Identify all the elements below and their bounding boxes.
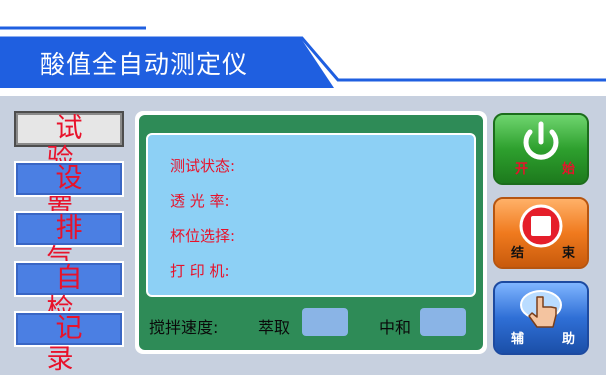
assist-label-left: 辅 — [511, 332, 525, 347]
main-panel: 测试状态: 透 光 率: 杯位选择: 打 印 机: 搅拌速度: 萃取 中和 — [135, 111, 487, 354]
extract-speed-field[interactable] — [302, 308, 348, 336]
nav-item-records[interactable]: 记录 — [14, 311, 124, 375]
nav-item-selfcheck[interactable]: 自检 — [14, 261, 124, 325]
start-label-right: 始 — [561, 162, 575, 177]
end-button[interactable]: 结 束 — [493, 197, 589, 269]
title-bar: 酸值全自动测定仪 — [0, 0, 606, 96]
neutralize-label: 中和 — [379, 318, 412, 337]
app-title: 酸值全自动测定仪 — [40, 50, 249, 79]
nav-item-exhaust[interactable]: 排气 — [14, 211, 124, 275]
transmittance-label: 透 光 率: — [170, 192, 230, 210]
neutralize-speed-field[interactable] — [420, 308, 466, 336]
end-label-right: 束 — [561, 246, 575, 261]
printer-label: 打 印 机: — [170, 262, 230, 280]
stir-speed-label: 搅拌速度: — [149, 318, 219, 337]
cup-select-label: 杯位选择: — [170, 227, 236, 245]
nav-item-test[interactable]: 试验 — [14, 111, 124, 175]
extract-label: 萃取 — [258, 318, 291, 337]
end-label-left: 结 — [511, 246, 525, 261]
test-state-label: 测试状态: — [170, 157, 236, 175]
start-button[interactable]: 开 始 — [493, 113, 589, 185]
nav-item-settings[interactable]: 设置 — [14, 161, 124, 225]
main-panel-inner: 测试状态: 透 光 率: 杯位选择: 打 印 机: 搅拌速度: 萃取 中和 — [139, 115, 483, 350]
start-label-left: 开 — [515, 162, 529, 177]
assist-button[interactable]: 辅 助 — [493, 281, 589, 355]
assist-label-right: 助 — [561, 332, 575, 347]
status-screen: 测试状态: 透 光 率: 杯位选择: 打 印 机: — [146, 133, 476, 297]
